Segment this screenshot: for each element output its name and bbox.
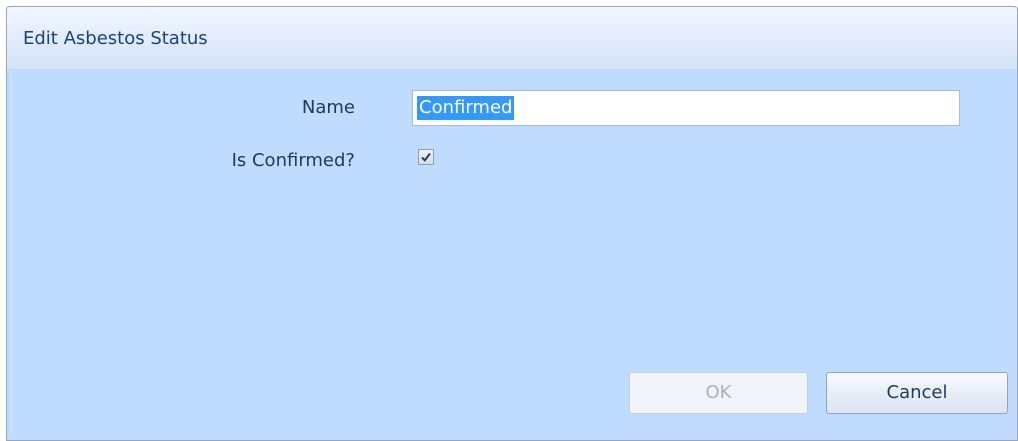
name-input[interactable]: Confirmed <box>412 90 960 126</box>
edit-asbestos-status-dialog: Edit Asbestos Status Name Confirmed Is C… <box>6 6 1018 441</box>
name-label: Name <box>301 97 355 118</box>
check-icon <box>421 152 431 162</box>
ok-button[interactable]: OK <box>629 372 808 414</box>
name-input-value: Confirmed <box>417 96 515 120</box>
dialog-body: Name Confirmed Is Confirmed? OK Cancel <box>11 70 1013 436</box>
dialog-title: Edit Asbestos Status <box>23 28 208 49</box>
is-confirmed-checkbox[interactable] <box>418 149 434 165</box>
cancel-button[interactable]: Cancel <box>826 372 1008 414</box>
dialog-titlebar[interactable]: Edit Asbestos Status <box>7 7 1017 70</box>
is-confirmed-label: Is Confirmed? <box>231 150 355 171</box>
